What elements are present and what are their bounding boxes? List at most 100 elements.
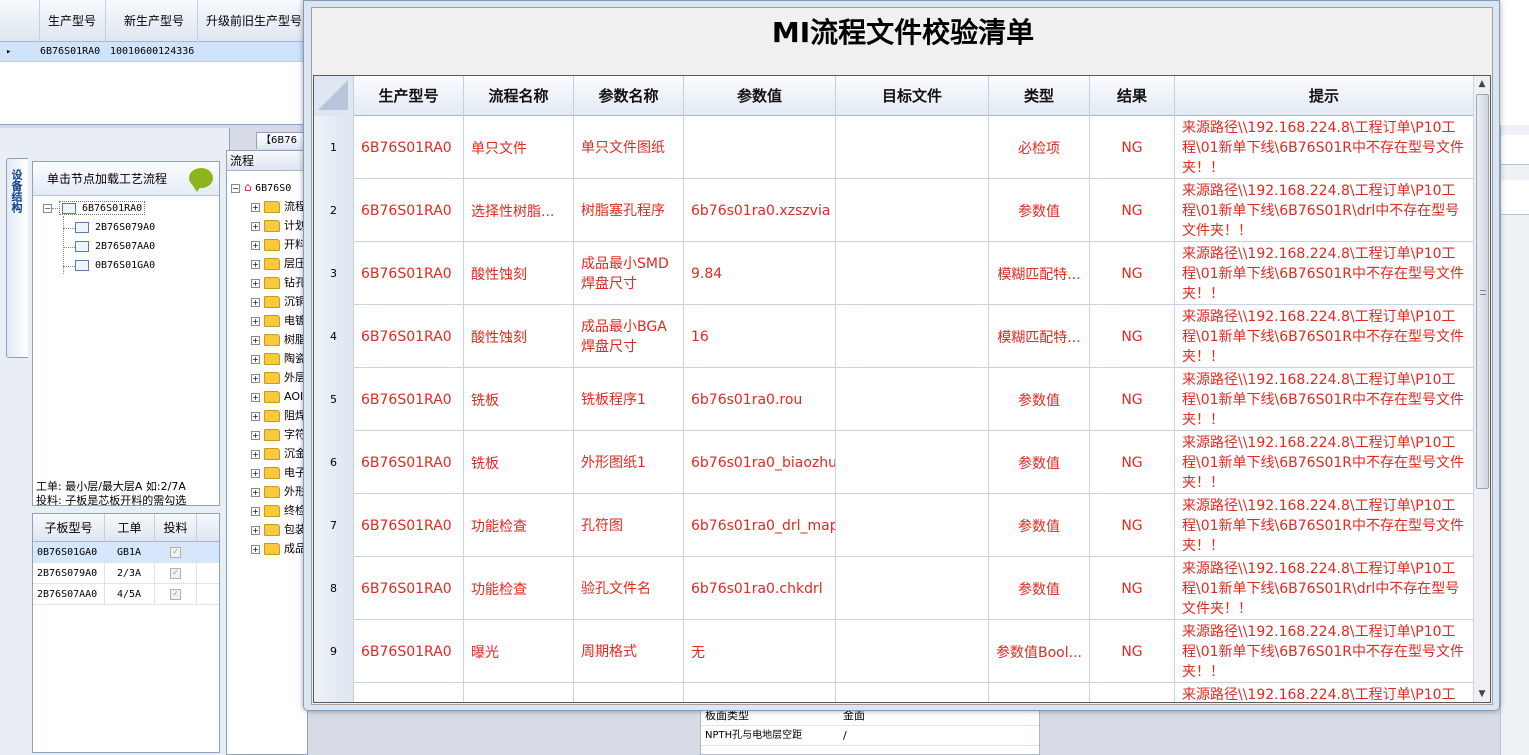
expand-icon[interactable]: + [251,297,260,307]
cell-value[interactable]: 6b76s01ra0.chkdrl [684,557,836,620]
tree-node-folder[interactable]: + 层压 [251,254,306,273]
cell-target[interactable] [836,431,989,494]
cell-tip[interactable]: 来源路径\\192.168.224.8\工程订单\P10工程\01新单下线\6B… [1175,305,1474,368]
col-header-old-model[interactable]: 升级前旧生产型号 [198,0,308,42]
tree-node-folder[interactable]: + 包装 [251,520,306,539]
expand-icon[interactable]: + [251,411,260,421]
table-row[interactable]: 7 6B76S01RA0 功能检查 孔符图 6b76s01ra0_drl_map 参数值 N… [314,494,1474,557]
cell-type[interactable]: 模糊匹配特... [989,242,1090,305]
tree-node-folder[interactable]: + 阻焊 [251,406,306,425]
tree-node-root[interactable]: 6B76S01RA0 [59,201,146,215]
tree-node-child[interactable]: 0B76S01GA0 [75,259,155,273]
cell-type[interactable]: 参数值 [989,179,1090,242]
cell-value[interactable]: 无 [684,620,836,683]
cell-type[interactable]: 必检项 [989,116,1090,179]
cell-value[interactable]: 6b76s01ra0.xzszvia [684,179,836,242]
cell-param[interactable]: 铣板程序1 [574,368,684,431]
vertical-scrollbar[interactable]: ▲ ▼ [1473,76,1490,702]
col-header-type[interactable]: 类型 [989,76,1090,116]
cell-tip[interactable]: 来源路径\\192.168.224.8\工程订单\P10工程\01新单下线\6B… [1175,179,1474,242]
feed-checkbox[interactable]: ✓ [170,588,181,600]
col-header-process[interactable]: 流程名称 [464,76,574,116]
cell-target[interactable] [836,494,989,557]
cell-model[interactable]: 6B76S01RA0 [354,116,464,179]
expand-icon[interactable]: + [251,202,260,212]
col-header-value[interactable]: 参数值 [684,76,836,116]
cell-param[interactable]: 单只文件图纸 [574,116,684,179]
cell-target[interactable] [836,116,989,179]
col-header-order[interactable]: 工单 [105,514,155,542]
scroll-thumb[interactable] [1476,94,1489,489]
cell-process[interactable]: 酸性蚀刻 [464,305,574,368]
expand-icon[interactable]: + [251,487,260,497]
cell-model[interactable]: 6B76S01RA0 [354,305,464,368]
tree-node-folder[interactable]: + 计划 [251,216,306,235]
vertical-tab-device-structure[interactable]: 设备结构 [6,158,28,358]
col-header-model[interactable]: 生产型号 [354,76,464,116]
cell-value[interactable]: 9.84 [684,242,836,305]
row-index[interactable]: 9 [314,620,354,683]
select-all-corner[interactable] [314,76,354,116]
cell-target[interactable] [836,368,989,431]
cell-param[interactable] [574,683,684,702]
cell-tip[interactable]: 来源路径\\192.168.224.8\工程订单\P10工程\01新单下线\6B… [1175,494,1474,557]
cell-tip[interactable]: 来源路径\\192.168.224.8\工程订单\P10工程\01新单下线\6B… [1175,557,1474,620]
tree-node-folder[interactable]: + 电镀 [251,311,306,330]
cell-result[interactable]: NG [1090,431,1175,494]
feed-checkbox[interactable]: ✓ [170,567,181,579]
cell-result[interactable]: NG [1090,557,1175,620]
tree-node-folder[interactable]: + 沉金 [251,444,306,463]
cell-process[interactable] [464,683,574,702]
cell-type[interactable]: 参数值 [989,431,1090,494]
expand-icon[interactable]: + [251,240,260,250]
cell-tip[interactable]: 来源路径\\192.168.224.8\工程订单\P10工程\01新单下线\6B… [1175,116,1474,179]
tree-node-process-root[interactable]: − ⌂ 6B76S0 [231,178,291,197]
expand-icon[interactable]: + [251,525,260,535]
tree-node-folder[interactable]: + 电子 [251,463,306,482]
row-index[interactable]: 4 [314,305,354,368]
cell-result[interactable]: NG [1090,368,1175,431]
cell-process[interactable]: 曝光 [464,620,574,683]
cell-tip[interactable]: 来源路径\\192.168.224.8\工程订单\P10工 [1175,683,1474,702]
tree-node-folder[interactable]: + 沉铜 [251,292,306,311]
tree-node-child[interactable]: 2B76S079A0 [75,221,155,235]
cell-target[interactable] [836,557,989,620]
expand-icon[interactable]: + [251,335,260,345]
cell-model[interactable]: 6B76S01RA0 [354,242,464,305]
cell-param[interactable]: 成品最小SMD焊盘尺寸 [574,242,684,305]
col-header-sub-model[interactable]: 子板型号 [33,514,105,542]
cell-model[interactable] [354,683,464,702]
cell-target[interactable] [836,305,989,368]
cell-tip[interactable]: 来源路径\\192.168.224.8\工程订单\P10工程\01新单下线\6B… [1175,368,1474,431]
expand-icon[interactable]: + [251,506,260,516]
tree-node-child[interactable]: 2B76S07AA0 [75,240,155,254]
table-row[interactable]: 8 6B76S01RA0 功能检查 验孔文件名 6b76s01ra0.chkdrl 参数值… [314,557,1474,620]
cell-process[interactable]: 功能检查 [464,557,574,620]
table-row[interactable]: 0B76S01GA0 GB1A ✓ [33,542,219,563]
row-index[interactable]: 1 [314,116,354,179]
cell-process[interactable]: 功能检查 [464,494,574,557]
row-index[interactable]: 7 [314,494,354,557]
cell-model[interactable]: 6B76S01RA0 [354,494,464,557]
table-row[interactable]: 5 6B76S01RA0 铣板 铣板程序1 6b76s01ra0.rou 参数值 NG 来源路… [314,368,1474,431]
tree-node-folder[interactable]: + 流程 [251,197,306,216]
cell-result[interactable]: NG [1090,179,1175,242]
tab-process[interactable]: 【6B76 [256,132,308,149]
tree-node-folder[interactable]: + 钻孔 [251,273,306,292]
row-index[interactable]: 2 [314,179,354,242]
cell-tip[interactable]: 来源路径\\192.168.224.8\工程订单\P10工程\01新单下线\6B… [1175,431,1474,494]
cell-result[interactable]: NG [1090,494,1175,557]
table-row[interactable]: 2B76S07AA0 4/5A ✓ [33,584,219,605]
expand-icon[interactable]: + [251,278,260,288]
cell-value[interactable]: 16 [684,305,836,368]
cell-model[interactable]: 6B76S01RA0 [354,431,464,494]
table-row[interactable]: 3 6B76S01RA0 酸性蚀刻 成品最小SMD焊盘尺寸 9.84 模糊匹配特... NG… [314,242,1474,305]
collapse-icon[interactable]: − [43,204,52,213]
cell-target[interactable] [836,242,989,305]
cell-process[interactable]: 酸性蚀刻 [464,242,574,305]
cell-value[interactable] [684,683,836,702]
cell-result[interactable]: NG [1090,242,1175,305]
cell-model[interactable]: 6B76S01RA0 [354,557,464,620]
cell-value[interactable]: 6b76s01ra0_drl_map [684,494,836,557]
table-row[interactable]: 6 6B76S01RA0 铣板 外形图纸1 6b76s01ra0_biaozhu 参数值 N… [314,431,1474,494]
